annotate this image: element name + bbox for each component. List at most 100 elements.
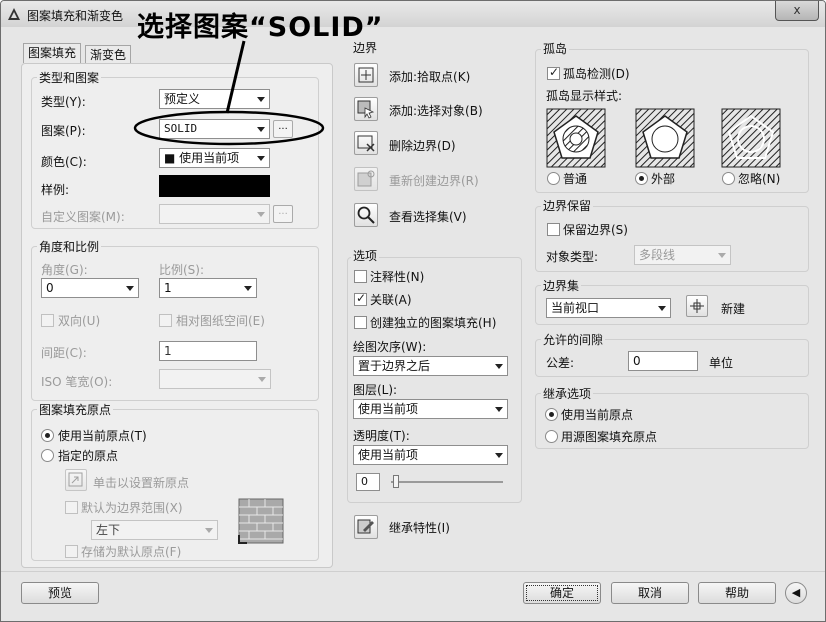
transparency-select[interactable]: 使用当前项 — [353, 445, 508, 465]
current-origin-label: 使用当前原点(T) — [58, 429, 147, 443]
custom-pattern-label: 自定义图案(M): — [41, 210, 125, 224]
specified-origin-radio[interactable] — [41, 449, 54, 462]
retain-title: 边界保留 — [541, 197, 594, 214]
spacing-label: 间距(C): — [41, 346, 87, 360]
island-detect-checkbox[interactable] — [547, 65, 560, 80]
separate-hatch-label: 创建独立的图案填充(H) — [370, 316, 497, 330]
set-origin-label: 单击以设置新原点 — [93, 476, 190, 490]
collapse-arrow-button[interactable]: ◀ — [785, 582, 807, 604]
pick-point-icon — [358, 67, 374, 83]
island-normal-radio[interactable] — [547, 172, 560, 185]
sample-swatch[interactable] — [159, 175, 270, 197]
add-pick-point-button[interactable] — [354, 63, 378, 87]
island-ignore-radio[interactable] — [722, 172, 735, 185]
pattern-select[interactable]: SOLID — [159, 119, 270, 139]
view-selection-button[interactable] — [354, 203, 378, 227]
annotative-label: 注释性(N) — [370, 270, 425, 284]
chevron-down-icon — [495, 407, 503, 412]
remove-boundary-button[interactable] — [354, 131, 378, 155]
inherit-properties-label: 继承特性(I) — [389, 521, 450, 535]
chevron-down-icon — [658, 306, 666, 311]
retain-boundary-label: 保留边界(S) — [563, 223, 628, 237]
associative-checkbox[interactable] — [354, 291, 367, 306]
paper-space-label: 相对图纸空间(E) — [176, 314, 265, 328]
pattern-label: 图案(P): — [41, 124, 86, 138]
chevron-down-icon — [257, 127, 265, 132]
island-normal-label: 普通 — [563, 172, 588, 186]
transparency-slider-track — [391, 481, 503, 483]
iso-label: ISO 笔宽(O): — [41, 375, 113, 389]
retain-boundary-checkbox[interactable] — [547, 223, 560, 236]
autocad-icon — [8, 8, 20, 20]
remove-boundary-label: 删除边界(D) — [389, 139, 456, 153]
origin-title: 图案填充原点 — [37, 401, 114, 418]
angle-label: 角度(G): — [41, 263, 88, 277]
draw-order-label: 绘图次序(W): — [353, 340, 427, 354]
set-origin-button[interactable] — [65, 469, 87, 491]
default-extent-checkbox[interactable] — [65, 501, 78, 514]
inherit-current-radio[interactable] — [545, 408, 558, 421]
custom-pattern-select[interactable] — [159, 204, 270, 224]
annotation-callout: 选择图案“SOLID” — [137, 12, 384, 43]
inherit-options-title: 继承选项 — [541, 385, 594, 402]
specified-origin-label: 指定的原点 — [58, 449, 119, 463]
spacing-input[interactable]: 1 — [159, 341, 257, 361]
paper-space-checkbox[interactable] — [159, 314, 172, 327]
scale-select[interactable]: 1 — [159, 278, 257, 298]
type-select[interactable]: 预定义 — [159, 89, 270, 109]
pattern-browse-button[interactable]: ... — [273, 120, 293, 138]
island-detect-label: 孤岛检测(D) — [563, 67, 630, 81]
select-objects-icon — [357, 100, 375, 119]
double-label: 双向(U) — [58, 314, 101, 328]
help-button[interactable]: 帮助 — [698, 582, 776, 604]
tab-gradient[interactable]: 渐变色 — [85, 45, 132, 65]
tolerance-unit-label: 单位 — [709, 356, 734, 370]
transparency-label: 透明度(T): — [353, 429, 410, 443]
layer-select[interactable]: 使用当前项 — [353, 399, 508, 419]
add-select-objects-label: 添加:选择对象(B) — [389, 104, 483, 118]
pick-origin-icon — [68, 472, 83, 487]
draw-order-select[interactable]: 置于边界之后 — [353, 356, 508, 376]
recreate-boundary-icon — [357, 170, 375, 187]
ok-button[interactable]: 确定 — [523, 582, 601, 604]
store-default-checkbox[interactable] — [65, 545, 78, 558]
boundary-set-select[interactable]: 当前视口 — [546, 298, 671, 318]
object-type-select[interactable]: 多段线 — [634, 245, 731, 265]
inherit-icon — [357, 519, 374, 534]
island-outer-radio[interactable] — [635, 172, 648, 185]
chevron-down-icon — [257, 212, 265, 217]
transparency-slider-thumb[interactable] — [393, 475, 399, 488]
tolerance-input[interactable]: 0 — [628, 351, 698, 371]
add-select-objects-button[interactable] — [354, 97, 378, 121]
close-button[interactable]: x — [775, 1, 819, 21]
angle-scale-title: 角度和比例 — [37, 238, 102, 255]
angle-select[interactable]: 0 — [41, 278, 139, 298]
chevron-down-icon — [495, 364, 503, 369]
preview-button[interactable]: 预览 — [21, 582, 99, 604]
inherit-properties-button[interactable] — [354, 515, 378, 539]
iso-select[interactable] — [159, 369, 271, 389]
new-boundary-set-label: 新建 — [721, 302, 746, 316]
island-outer-label: 外部 — [651, 172, 676, 186]
transparency-value-input[interactable]: 0 — [356, 473, 380, 491]
default-extent-label: 默认为边界范围(X) — [81, 501, 183, 515]
recreate-boundary-button[interactable] — [354, 167, 378, 191]
tab-hatch[interactable]: 图案填充 — [23, 43, 82, 63]
chevron-down-icon — [258, 377, 266, 382]
inherit-source-radio[interactable] — [545, 430, 558, 443]
annotative-checkbox[interactable] — [354, 270, 367, 283]
islands-title: 孤岛 — [541, 40, 570, 57]
double-checkbox[interactable] — [41, 314, 54, 327]
chevron-down-icon — [205, 528, 213, 533]
title-bar: 图案填充和渐变色 x — [1, 1, 825, 27]
color-select[interactable]: ■ 使用当前项 — [159, 148, 270, 168]
cancel-button[interactable]: 取消 — [611, 582, 689, 604]
magnifier-icon — [357, 206, 375, 224]
custom-browse-button[interactable]: ... — [273, 205, 293, 223]
separate-hatch-checkbox[interactable] — [354, 316, 367, 329]
current-origin-radio[interactable] — [41, 429, 54, 442]
store-default-label: 存储为默认原点(F) — [81, 545, 182, 559]
new-boundary-set-button[interactable] — [686, 295, 708, 317]
boundary-set-title: 边界集 — [541, 277, 582, 294]
extent-select[interactable]: 左下 — [91, 520, 218, 540]
